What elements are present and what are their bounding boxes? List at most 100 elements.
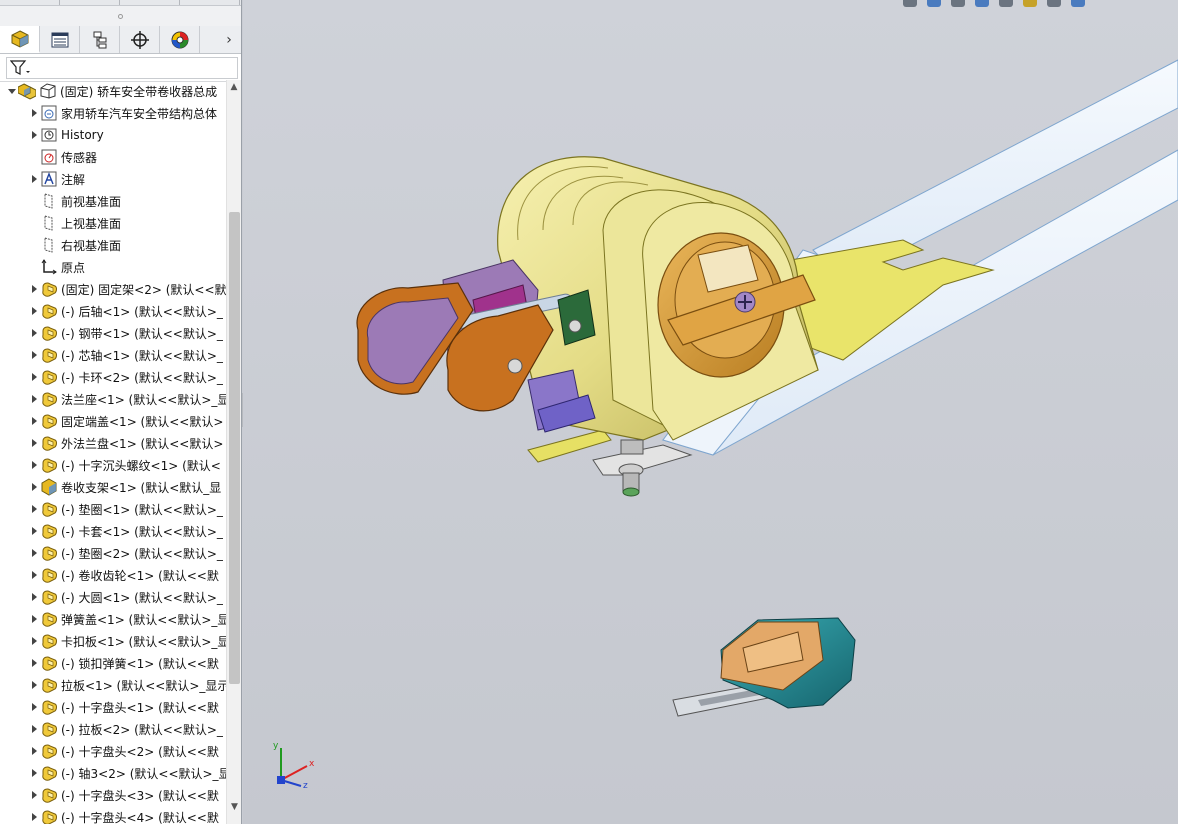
collapse-arrow-icon[interactable] bbox=[6, 80, 18, 102]
expand-arrow-icon[interactable] bbox=[28, 696, 40, 718]
part-icon bbox=[40, 302, 58, 320]
expand-arrow-icon[interactable] bbox=[28, 300, 40, 322]
tree-item[interactable]: (-) 十字沉头螺纹<1> (默认< bbox=[0, 454, 226, 476]
tree-item[interactable]: 卷收支架<1> (默认<默认_显 bbox=[0, 476, 226, 498]
expand-arrow-icon[interactable] bbox=[28, 322, 40, 344]
tree-item[interactable]: (-) 轴3<2> (默认<<默认>_显 bbox=[0, 762, 226, 784]
sensor-icon bbox=[40, 148, 58, 166]
tree-item[interactable]: 传感器 bbox=[0, 146, 226, 168]
tree-item[interactable]: 卡扣板<1> (默认<<默认>_显 bbox=[0, 630, 226, 652]
tree-item-label: (-) 垫圈<1> (默认<<默认>_ bbox=[61, 502, 223, 517]
tree-item[interactable]: History bbox=[0, 124, 226, 146]
tree-item[interactable]: 弹簧盖<1> (默认<<默认>_显 bbox=[0, 608, 226, 630]
tree-item[interactable]: 法兰座<1> (默认<<默认>_显 bbox=[0, 388, 226, 410]
crosshair-icon bbox=[130, 30, 149, 49]
tree-item[interactable]: 固定端盖<1> (默认<<默认> bbox=[0, 410, 226, 432]
tab-featuremanager[interactable] bbox=[0, 26, 40, 53]
tree-item[interactable]: (-) 芯轴<1> (默认<<默认>_ bbox=[0, 344, 226, 366]
triad-z-label: z bbox=[303, 781, 308, 791]
scroll-thumb[interactable] bbox=[229, 212, 240, 684]
expand-arrow-icon[interactable] bbox=[28, 762, 40, 784]
tree-item[interactable]: (-) 拉板<2> (默认<<默认>_ bbox=[0, 718, 226, 740]
graphics-viewport[interactable]: y x z bbox=[243, 0, 1178, 824]
tab-propertymanager[interactable] bbox=[40, 26, 80, 53]
tree-item[interactable]: (-) 十字盘头<2> (默认<<默 bbox=[0, 740, 226, 762]
expand-arrow-icon[interactable] bbox=[28, 806, 40, 824]
tree-item[interactable]: 前视基准面 bbox=[0, 190, 226, 212]
tree-item[interactable]: 上视基准面 bbox=[0, 212, 226, 234]
tree-item[interactable]: 右视基准面 bbox=[0, 234, 226, 256]
expand-arrow-icon[interactable] bbox=[28, 784, 40, 806]
expand-arrow-icon[interactable] bbox=[28, 168, 40, 190]
expand-arrow-icon[interactable] bbox=[28, 102, 40, 124]
tree-item[interactable]: (-) 卡环<2> (默认<<默认>_ bbox=[0, 366, 226, 388]
expand-arrow-icon[interactable] bbox=[28, 498, 40, 520]
tree-item[interactable]: 拉板<1> (默认<<默认>_显示 bbox=[0, 674, 226, 696]
part-icon bbox=[40, 456, 58, 474]
expand-arrow-icon[interactable] bbox=[28, 718, 40, 740]
history-icon bbox=[40, 126, 58, 144]
expand-arrow-icon[interactable] bbox=[28, 608, 40, 630]
tree-item[interactable]: (固定) 固定架<2> (默认<<默 bbox=[0, 278, 226, 300]
tree-item[interactable]: (-) 垫圈<2> (默认<<默认>_ bbox=[0, 542, 226, 564]
expand-arrow-icon[interactable] bbox=[28, 652, 40, 674]
expand-arrow-icon[interactable] bbox=[28, 630, 40, 652]
tree-item[interactable]: 家用轿车汽车安全带结构总体 bbox=[0, 102, 226, 124]
expand-arrow-icon[interactable] bbox=[28, 432, 40, 454]
fixed-component-icon bbox=[39, 82, 57, 100]
expand-arrow-icon[interactable] bbox=[28, 344, 40, 366]
expand-arrow-icon[interactable] bbox=[28, 366, 40, 388]
expand-arrow-icon[interactable] bbox=[28, 586, 40, 608]
configuration-icon bbox=[93, 31, 106, 48]
tree-item[interactable]: (固定) 轿车安全带卷收器总成 bbox=[0, 80, 226, 102]
tree-item[interactable]: (-) 卷收齿轮<1> (默认<<默 bbox=[0, 564, 226, 586]
tree-item-label: 卡扣板<1> (默认<<默认>_显 bbox=[61, 634, 226, 649]
tree-item[interactable]: (-) 十字盘头<3> (默认<<默 bbox=[0, 784, 226, 806]
expand-arrow-icon[interactable] bbox=[28, 542, 40, 564]
buckle-tongue[interactable] bbox=[672, 617, 856, 717]
part-icon bbox=[40, 632, 58, 650]
expand-arrow-icon[interactable] bbox=[28, 124, 40, 146]
manager-tab-bar: › bbox=[0, 26, 241, 54]
tree-item-label: 法兰座<1> (默认<<默认>_显 bbox=[61, 392, 226, 407]
expand-arrow-icon[interactable] bbox=[28, 740, 40, 762]
part-icon bbox=[40, 544, 58, 562]
scroll-up-icon[interactable]: ▲ bbox=[227, 80, 241, 94]
expand-arrow-icon[interactable] bbox=[28, 388, 40, 410]
expand-arrow-icon[interactable] bbox=[28, 454, 40, 476]
tree-scrollbar[interactable]: ▲ ▼ bbox=[226, 80, 241, 824]
tree-item-label: (-) 卡套<1> (默认<<默认>_ bbox=[61, 524, 223, 539]
expand-arrow-icon[interactable] bbox=[28, 674, 40, 696]
tree-item[interactable]: (-) 大圆<1> (默认<<默认>_ bbox=[0, 586, 226, 608]
tree-item-label: (固定) 轿车安全带卷收器总成 bbox=[60, 84, 218, 99]
tree-item[interactable]: 注解 bbox=[0, 168, 226, 190]
tab-configurationmanager[interactable] bbox=[80, 26, 120, 53]
tree-item[interactable]: (-) 十字盘头<4> (默认<<默 bbox=[0, 806, 226, 824]
scroll-down-icon[interactable]: ▼ bbox=[227, 800, 242, 814]
feature-tree: (固定) 轿车安全带卷收器总成家用轿车汽车安全带结构总体 History 传感器 注解… bbox=[0, 80, 226, 824]
tree-item-label: 固定端盖<1> (默认<<默认> bbox=[61, 414, 224, 429]
tab-display-manager[interactable] bbox=[160, 26, 200, 53]
tree-item[interactable]: 原点 bbox=[0, 256, 226, 278]
tree-item[interactable]: (-) 十字盘头<1> (默认<<默 bbox=[0, 696, 226, 718]
lock-lever[interactable] bbox=[592, 439, 693, 497]
tree-filter-input[interactable] bbox=[6, 56, 238, 79]
tree-item[interactable]: 外法兰盘<1> (默认<<默认> bbox=[0, 432, 226, 454]
expand-arrow-icon[interactable] bbox=[28, 476, 40, 498]
expand-arrow-icon[interactable] bbox=[28, 564, 40, 586]
triad-y-label: y bbox=[273, 741, 279, 751]
tree-item[interactable]: (-) 垫圈<1> (默认<<默认>_ bbox=[0, 498, 226, 520]
expand-arrow-icon[interactable] bbox=[28, 520, 40, 542]
panel-grip[interactable] bbox=[0, 6, 241, 26]
expand-arrow-icon[interactable] bbox=[28, 278, 40, 300]
more-tabs-arrow[interactable]: › bbox=[217, 26, 241, 53]
tree-item-label: (-) 卷收齿轮<1> (默认<<默 bbox=[61, 568, 219, 583]
tree-item[interactable]: (-) 后轴<1> (默认<<默认>_ bbox=[0, 300, 226, 322]
model-canvas[interactable]: y x z bbox=[243, 0, 1178, 824]
tree-item[interactable]: (-) 卡套<1> (默认<<默认>_ bbox=[0, 520, 226, 542]
tree-item[interactable]: (-) 钢带<1> (默认<<默认>_ bbox=[0, 322, 226, 344]
expand-arrow-icon[interactable] bbox=[28, 410, 40, 432]
tree-item[interactable]: (-) 锁扣弹簧<1> (默认<<默 bbox=[0, 652, 226, 674]
triad-x-label: x bbox=[309, 759, 315, 769]
tab-dimxpert[interactable] bbox=[120, 26, 160, 53]
